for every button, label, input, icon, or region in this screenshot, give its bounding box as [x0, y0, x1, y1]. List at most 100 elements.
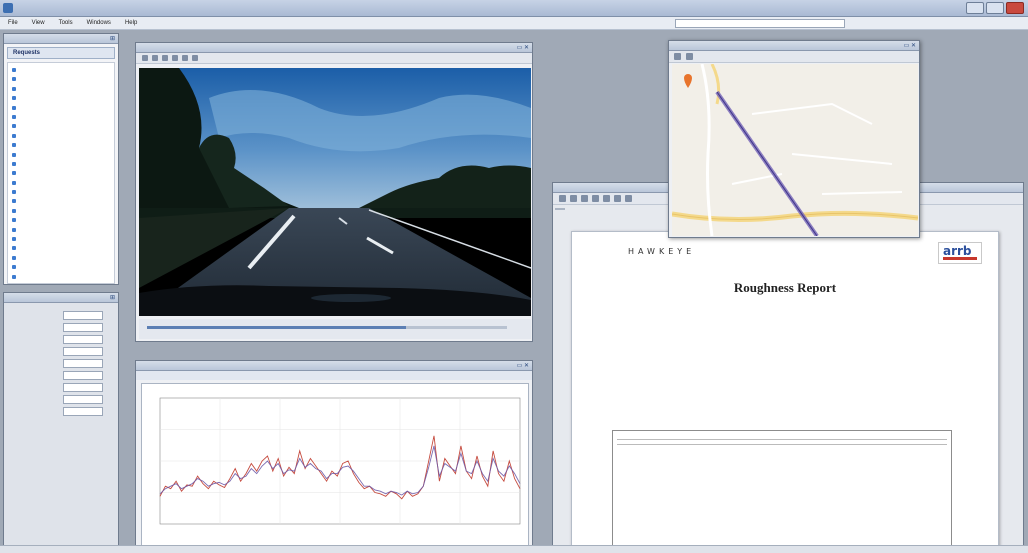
property-value-field[interactable] — [63, 371, 103, 380]
requests-list — [7, 62, 115, 284]
property-row — [4, 370, 118, 381]
step-forward-icon[interactable] — [182, 55, 188, 61]
property-row — [4, 382, 118, 393]
arrb-logo-text: arrb — [943, 244, 972, 258]
property-value-field[interactable] — [63, 347, 103, 356]
request-item[interactable] — [8, 131, 114, 140]
property-value-field[interactable] — [63, 359, 103, 368]
request-item[interactable] — [8, 159, 114, 168]
property-value-field[interactable] — [63, 395, 103, 404]
menu-view[interactable]: View — [32, 20, 45, 26]
request-item[interactable] — [8, 206, 114, 215]
close-button[interactable] — [1006, 2, 1024, 14]
maximize-button[interactable] — [986, 2, 1004, 14]
report-tab[interactable] — [555, 208, 565, 210]
map-area[interactable] — [672, 64, 918, 236]
workspace: ⊞ Requests ⊞ ▭ ✕ ▭ ✕ HAWKEYE arrb Roughn… — [0, 30, 1028, 553]
report-field-row — [612, 356, 676, 364]
menu-windows[interactable]: Windows — [87, 20, 111, 26]
report-field-row — [612, 348, 676, 356]
property-value-field[interactable] — [63, 335, 103, 344]
pin-icon[interactable]: ⊞ — [110, 294, 115, 302]
video-window-header: ▭ ✕ — [136, 43, 532, 53]
menu-bar: File View Tools Windows Help — [0, 17, 1028, 30]
menu-tools[interactable]: Tools — [59, 20, 73, 26]
request-item[interactable] — [8, 93, 114, 102]
property-value-field[interactable] — [63, 383, 103, 392]
request-item[interactable] — [8, 215, 114, 224]
request-item[interactable] — [8, 112, 114, 121]
forward-icon[interactable] — [686, 53, 693, 60]
property-value-field[interactable] — [63, 311, 103, 320]
report-field-row — [612, 415, 676, 423]
request-item[interactable] — [8, 168, 114, 177]
request-item[interactable] — [8, 234, 114, 243]
chart-svg — [159, 397, 521, 525]
window-buttons-icon[interactable]: ▭ ✕ — [904, 42, 916, 50]
zoom-in-icon[interactable] — [581, 195, 588, 202]
video-toolbar — [136, 53, 532, 64]
chart-tabs — [136, 371, 532, 380]
request-item[interactable] — [8, 253, 114, 262]
request-item[interactable] — [8, 65, 114, 74]
video-controls — [139, 319, 531, 339]
zoom-out-icon[interactable] — [592, 195, 599, 202]
menu-help[interactable]: Help — [125, 20, 137, 26]
print-icon[interactable] — [559, 195, 566, 202]
play-icon[interactable] — [142, 55, 148, 61]
seek-progress — [147, 326, 407, 329]
first-page-icon[interactable] — [603, 195, 610, 202]
property-row — [4, 310, 118, 321]
properties-panel: ⊞ — [3, 292, 119, 550]
snapshot-icon[interactable] — [192, 55, 198, 61]
request-item[interactable] — [8, 74, 114, 83]
property-value-field[interactable] — [63, 407, 103, 416]
requests-panel: ⊞ Requests — [3, 33, 119, 285]
report-field-row — [612, 398, 676, 406]
requests-header[interactable]: Requests — [7, 47, 115, 59]
save-icon[interactable] — [570, 195, 577, 202]
request-item[interactable] — [8, 272, 114, 281]
property-row — [4, 334, 118, 345]
report-field-row — [612, 390, 676, 398]
video-frame[interactable] — [139, 68, 531, 316]
section-divider — [617, 444, 947, 445]
window-buttons-icon[interactable]: ▭ ✕ — [517, 44, 529, 52]
request-item[interactable] — [8, 121, 114, 130]
property-row — [4, 358, 118, 369]
chart-window: ▭ ✕ — [135, 360, 533, 550]
map-window: ▭ ✕ — [668, 40, 920, 238]
properties-panel-header: ⊞ — [4, 293, 118, 303]
request-item[interactable] — [8, 84, 114, 93]
property-row — [4, 346, 118, 357]
previous-page-icon[interactable] — [614, 195, 621, 202]
back-icon[interactable] — [674, 53, 681, 60]
pin-icon[interactable]: ⊞ — [110, 35, 115, 43]
property-value-field[interactable] — [63, 323, 103, 332]
step-back-icon[interactable] — [172, 55, 178, 61]
request-item[interactable] — [8, 187, 114, 196]
request-item[interactable] — [8, 243, 114, 252]
roughness-chart — [141, 383, 529, 547]
url-field[interactable] — [675, 19, 845, 28]
report-field-row — [612, 407, 676, 415]
request-item[interactable] — [8, 103, 114, 112]
next-page-icon[interactable] — [625, 195, 632, 202]
window-buttons-icon[interactable]: ▭ ✕ — [517, 362, 529, 370]
menu-file[interactable]: File — [8, 20, 18, 26]
request-item[interactable] — [8, 262, 114, 271]
request-item[interactable] — [8, 140, 114, 149]
stop-icon[interactable] — [162, 55, 168, 61]
pause-icon[interactable] — [152, 55, 158, 61]
section-divider — [617, 439, 947, 440]
request-item[interactable] — [8, 225, 114, 234]
report-details-box — [612, 430, 952, 548]
request-item[interactable] — [8, 150, 114, 159]
minimize-button[interactable] — [966, 2, 984, 14]
report-field-row — [612, 306, 676, 314]
video-window: ▭ ✕ — [135, 42, 533, 342]
request-item[interactable] — [8, 196, 114, 205]
request-item[interactable] — [8, 178, 114, 187]
seek-bar[interactable] — [147, 326, 507, 329]
chart-window-header: ▭ ✕ — [136, 361, 532, 371]
